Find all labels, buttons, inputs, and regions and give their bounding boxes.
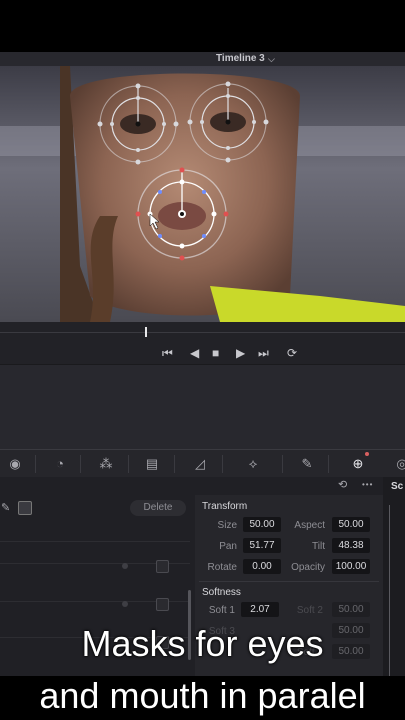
size-label: Size [217,520,237,531]
caption-line-1: Masks for eyes [81,623,324,664]
scope-label: Sc [391,481,404,492]
partial-icon[interactable]: ◎ [392,454,405,474]
size-field[interactable]: 50.00 [243,517,281,532]
reset-icon[interactable]: ⟲ [338,478,347,491]
aspect-label: Aspect [294,520,325,531]
playhead[interactable] [145,327,147,337]
motion-effects-icon[interactable]: ▤ [142,454,162,474]
mask-visibility-dot[interactable] [122,601,128,607]
viewer-title-bar: Timeline 3 ⌵ [0,52,405,66]
transport-controls: ⏮ ◀ ■ ▶ ⏭ ⟳ [0,342,405,364]
tilt-field[interactable]: 48.38 [332,538,370,553]
mask-enable-checkbox[interactable] [156,598,169,611]
tilt-label: Tilt [312,541,325,552]
opacity-field[interactable]: 100.00 [332,559,370,574]
caption-line-2: and mouth in paralel [0,676,405,720]
rgb-mixer-icon[interactable]: ⁂ [96,454,116,474]
soft2-label: Soft 2 [296,605,323,616]
last-frame-icon[interactable]: ⏭ [258,344,269,362]
panel-subheader: ⟲ ••• [0,477,405,495]
hdr-wheel-icon[interactable]: ◔ [50,454,70,474]
qualifier-icon[interactable]: ✎ [297,454,317,474]
color-warper-icon[interactable]: ⟡ [243,454,263,474]
pen-icon[interactable]: ✎ [1,501,10,514]
soft1-field[interactable]: 2.07 [241,602,279,617]
pan-field[interactable]: 51.77 [243,538,281,553]
top-black-bar [0,0,405,52]
stop-icon[interactable]: ■ [212,344,219,362]
loop-icon[interactable]: ⟳ [287,344,297,362]
transform-section-title: Transform [202,501,248,512]
chevron-down-icon[interactable]: ⌵ [268,52,275,66]
first-frame-icon[interactable]: ⏮ [162,344,173,362]
more-options-icon[interactable]: ••• [362,480,373,489]
softness-section-title: Softness [202,587,241,598]
delete-button[interactable]: Delete [130,500,186,516]
rotate-field[interactable]: 0.00 [243,559,281,574]
node-editor-area [0,364,405,450]
play-icon[interactable]: ▶ [236,344,245,362]
mask-enable-checkbox[interactable] [156,560,169,573]
play-reverse-icon[interactable]: ◀ [190,344,199,362]
color-palette-toolbar: ◉ ◔ ⁂ ▤ ◿ ⟡ ✎ ⊕ ◎ [0,449,405,479]
pan-label: Pan [219,541,237,552]
aspect-field[interactable]: 50.00 [332,517,370,532]
timeline-title[interactable]: Timeline 3 [216,52,265,66]
window-icon[interactable]: ⊕ [348,454,368,474]
opacity-label: Opacity [291,562,325,573]
add-window-icon[interactable] [18,501,32,515]
video-viewer[interactable] [0,66,405,322]
mask-row[interactable] [0,521,190,542]
soft2-field[interactable]: 50.00 [332,602,370,617]
scrubber-bar[interactable] [0,322,405,342]
rotate-label: Rotate [207,562,237,573]
soft1-label: Soft 1 [208,605,235,616]
circle-icon[interactable]: ◉ [5,454,25,474]
curves-icon[interactable]: ◿ [190,454,210,474]
window-active-dot [365,452,369,456]
mask-visibility-dot[interactable] [122,563,128,569]
viewer-frame [0,66,405,322]
